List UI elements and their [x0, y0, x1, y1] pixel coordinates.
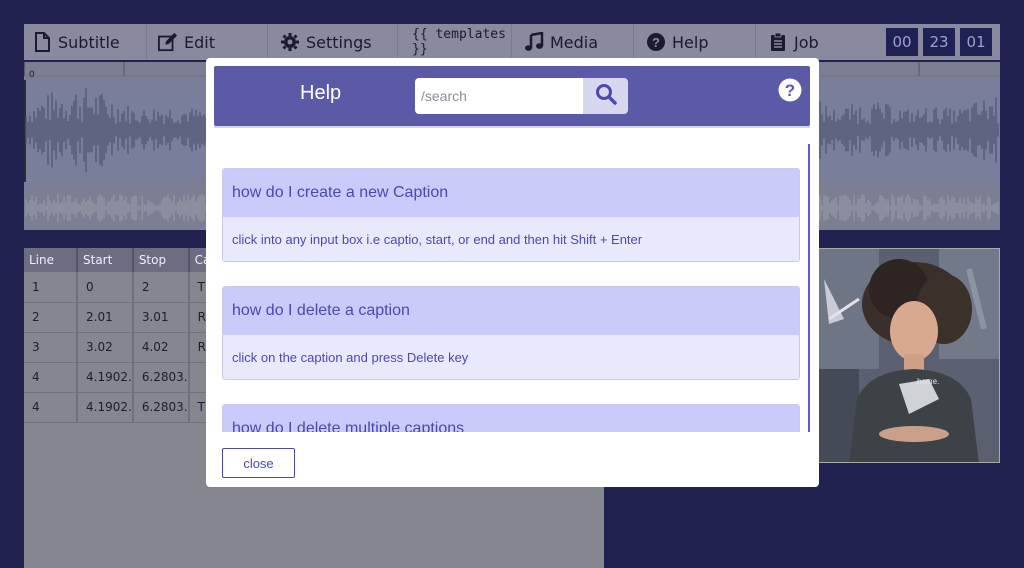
table-row[interactable]: 2 2.01 3.01 Rig — [24, 302, 230, 333]
cell-start[interactable]: 0 — [77, 272, 134, 303]
video-player[interactable]: home. — [818, 248, 1000, 463]
svg-text:?: ? — [785, 81, 795, 100]
job-menu-label: Job — [794, 32, 819, 52]
subtitle-menu-button[interactable]: Subtitle — [32, 24, 147, 60]
cell-start[interactable]: 2.01 — [77, 302, 134, 333]
cell-stop[interactable]: 4.02 — [132, 332, 190, 363]
cell-stop[interactable]: 6.2803. — [132, 362, 190, 393]
help-info-button[interactable]: ? — [778, 78, 802, 102]
help-modal-header: Help ? — [214, 66, 810, 126]
cell-stop[interactable]: 3.01 — [132, 302, 190, 333]
question-circle-icon: ? — [778, 78, 802, 106]
help-modal-title: Help — [300, 82, 342, 104]
gear-icon — [280, 32, 300, 52]
header-divider — [214, 126, 810, 128]
edit-menu-button[interactable]: Edit — [158, 24, 268, 60]
column-header-line[interactable]: Line — [24, 248, 78, 272]
media-menu-label: Media — [550, 32, 599, 52]
faq-question[interactable]: how do I delete a caption — [223, 287, 799, 335]
faq-item[interactable]: how do I delete a caption click on the c… — [222, 286, 800, 380]
media-menu-button[interactable]: Media — [524, 24, 634, 60]
faq-item[interactable]: how do I create a new Caption click into… — [222, 168, 800, 262]
cell-line[interactable]: 2 — [24, 302, 78, 333]
clipboard-icon — [768, 32, 788, 52]
settings-menu-button[interactable]: Settings — [280, 24, 398, 60]
help-modal: Help ? how do I create a new Caption cli… — [206, 58, 819, 487]
timer-minutes: 23 — [923, 28, 955, 56]
timer-hours: 00 — [886, 28, 918, 56]
svg-text:?: ? — [652, 35, 660, 50]
video-frame: home. — [819, 249, 999, 462]
file-icon — [32, 32, 52, 52]
faq-answer: click into any input box i.e captio, sta… — [223, 217, 799, 261]
edit-menu-label: Edit — [184, 32, 215, 52]
cell-line[interactable]: 3 — [24, 332, 78, 363]
table-row[interactable]: 1 0 2 Thi — [24, 272, 230, 303]
question-circle-icon: ? — [646, 32, 666, 52]
cell-start[interactable]: 4.1902. — [77, 362, 134, 393]
shirt-text: home. — [917, 377, 939, 386]
faq-question[interactable]: how do I create a new Caption — [223, 169, 799, 217]
column-header-stop[interactable]: Stop — [132, 248, 190, 272]
close-button[interactable]: close — [222, 448, 295, 478]
settings-menu-label: Settings — [306, 32, 372, 52]
faq-list[interactable]: how do I create a new Caption click into… — [222, 144, 810, 432]
cell-stop[interactable]: 2 — [132, 272, 190, 303]
timer-seconds: 01 — [960, 28, 992, 56]
table-row[interactable]: 3 3.02 4.02 Rig — [24, 332, 230, 363]
column-header-start[interactable]: Start — [77, 248, 134, 272]
table-row[interactable]: 4 4.1902. 6.2803. Thi — [24, 392, 230, 423]
faq-item[interactable]: how do I delete multiple captions — [222, 404, 800, 432]
cell-line[interactable]: 4 — [24, 392, 78, 423]
subtitle-table: Line Start Stop Cap 1 0 2 Thi 2 2.01 3.0… — [24, 248, 230, 423]
help-search-button[interactable] — [583, 78, 628, 114]
top-toolbar: Subtitle Edit Settings {{ templates }} M… — [24, 24, 1000, 60]
cell-line[interactable]: 4 — [24, 362, 78, 393]
waveform-ruler-label: 0 — [29, 70, 35, 80]
cell-start[interactable]: 3.02 — [77, 332, 134, 363]
music-icon — [524, 32, 544, 52]
search-icon — [595, 83, 617, 109]
cell-line[interactable]: 1 — [24, 272, 78, 303]
table-row[interactable]: 4 4.1902. 6.2803. — [24, 362, 230, 393]
job-menu-button[interactable]: Job — [768, 24, 878, 60]
subtitle-menu-label: Subtitle — [58, 32, 120, 52]
edit-icon — [158, 32, 178, 52]
faq-answer: click on the caption and press Delete ke… — [223, 335, 799, 379]
cell-stop[interactable]: 6.2803. — [132, 392, 190, 423]
faq-question[interactable]: how do I delete multiple captions — [223, 405, 799, 432]
templates-menu-label: {{ templates }} — [412, 27, 506, 57]
help-menu-button[interactable]: ? Help — [646, 24, 756, 60]
cell-start[interactable]: 4.1902. — [77, 392, 134, 423]
help-menu-label: Help — [672, 32, 709, 52]
templates-menu-button[interactable]: {{ templates }} — [412, 24, 512, 60]
help-search-input[interactable] — [415, 78, 585, 114]
